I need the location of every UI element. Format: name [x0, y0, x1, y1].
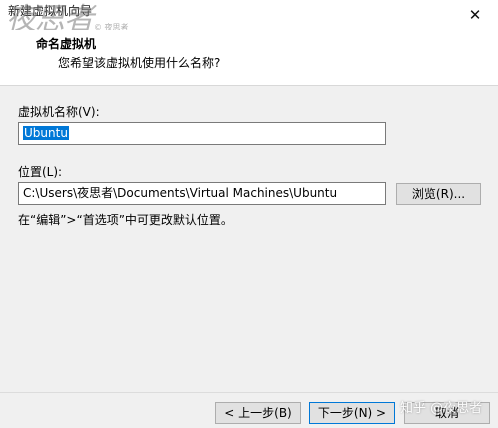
vm-name-value: Ubuntu [23, 126, 69, 140]
close-button[interactable]: ✕ [452, 0, 498, 30]
header-title: 命名虚拟机 [36, 37, 97, 51]
browse-button[interactable]: 浏览(R)... [396, 183, 481, 205]
wizard-header: 命名虚拟机 您希望该虚拟机使用什么名称? [0, 30, 498, 86]
location-label: 位置(L): [18, 165, 63, 179]
location-hint: 在“编辑”>“首选项”中可更改默认位置。 [18, 213, 233, 227]
vm-name-label: 虚拟机名称(V): [18, 105, 100, 119]
watermark-zhihu: 知乎 @夜思者 [400, 401, 483, 416]
location-value: C:\Users\夜思者\Documents\Virtual Machines\… [23, 186, 338, 200]
header-subtitle: 您希望该虚拟机使用什么名称? [58, 56, 221, 70]
footer-divider [0, 392, 498, 393]
location-input[interactable]: C:\Users\夜思者\Documents\Virtual Machines\… [18, 182, 386, 205]
vm-name-input[interactable]: Ubuntu [18, 122, 386, 145]
next-button[interactable]: 下一步(N) > [309, 402, 395, 424]
back-button[interactable]: < 上一步(B) [215, 402, 301, 424]
